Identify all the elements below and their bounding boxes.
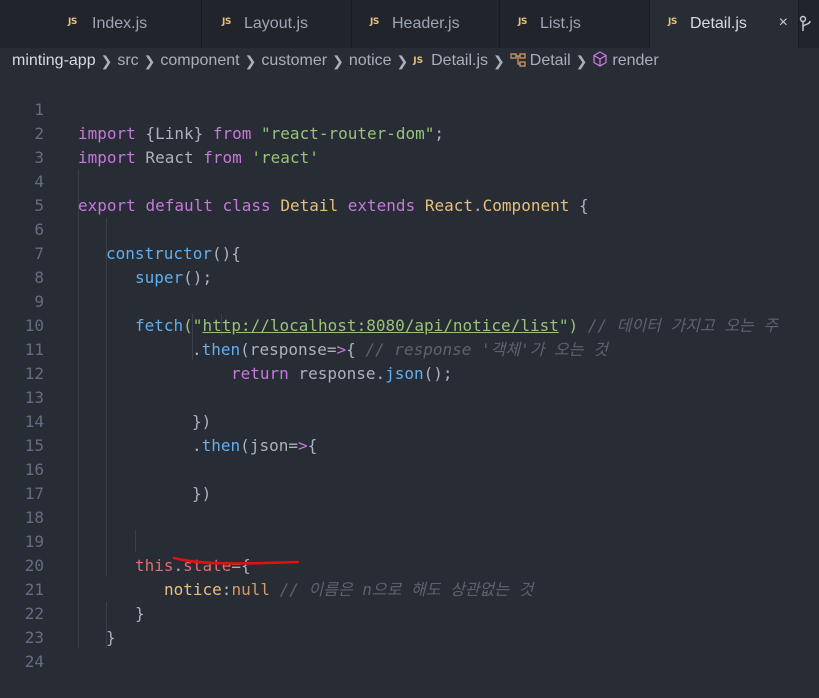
js-file-icon: JS [222,17,231,27]
code-line-21: 21 } [0,554,819,623]
red-annotation-underline [172,556,300,565]
code-line-18: 18 [0,482,819,527]
code-line-16: 16 }) [0,434,819,503]
breadcrumb-project[interactable]: minting-app [12,52,96,70]
tab-header-js[interactable]: JS Header.js [352,0,500,48]
code-line-1: 1 import {Link} from "react-router-dom"; [0,74,819,143]
code-line-6: 6 constructor(){ [0,194,819,263]
code-line-8: 8 [0,242,819,287]
close-icon[interactable]: × [779,14,788,32]
line-number: 24 [24,652,44,671]
code-line-12: 12 [0,338,819,383]
tab-detail-js[interactable]: JS Detail.js × [650,0,799,48]
code-line-9: 9 fetch("http://localhost:8080/api/notic… [0,266,819,335]
breadcrumb-customer[interactable]: customer [261,52,327,70]
breadcrumb-class[interactable]: Detail [530,52,571,70]
code-line-23: 23 [0,602,819,647]
chevron-right-icon: ❯ [575,52,588,69]
code-line-3: 3 [0,122,819,167]
js-file-icon: JS [370,17,379,27]
breadcrumb: minting-app ❯ src ❯ component ❯ customer… [0,48,819,74]
breadcrumb-file[interactable]: Detail.js [431,52,488,70]
code-line-20: 20 notice:null // 이름은 n으로 해도 상관없는 것 [0,530,819,599]
chevron-right-icon: ❯ [244,52,257,69]
code-line-15: 15 [0,410,819,455]
breadcrumb-method[interactable]: render [612,52,658,70]
code-line-10: 10 .then(response=>{ // response '객체'가 오… [0,290,819,359]
chevron-right-icon: ❯ [493,52,505,69]
class-symbol-icon [510,52,526,70]
source-control-icon[interactable] [799,0,819,48]
code-line-13: 13 }) [0,362,819,431]
code-line-2: 2 import React from 'react' [0,98,819,167]
js-file-icon: JS [413,56,424,66]
breadcrumb-src[interactable]: src [117,52,138,70]
code-line-7: 7 super(); [0,218,819,287]
code-line-14: 14 .then(json=>{ [0,386,819,455]
tab-list-js[interactable]: JS List.js [500,0,650,48]
js-file-icon: JS [68,17,77,27]
tab-label: List.js [540,15,581,32]
chevron-right-icon: ❯ [396,52,409,69]
tab-label: Layout.js [244,15,309,32]
tab-layout-js[interactable]: JS Layout.js [202,0,352,48]
code-line-22: 22 } [0,578,819,647]
editor-tab-bar: JS Index.js JS Layout.js JS Header.js JS… [0,0,819,48]
chevron-right-icon: ❯ [143,52,156,69]
code-line-19: 19 this.state={ [0,506,819,575]
js-file-icon: JS [668,17,677,27]
method-cube-icon [592,51,608,71]
code-line-17: 17 [0,458,819,503]
chevron-right-icon: ❯ [332,52,344,69]
breadcrumb-component[interactable]: component [160,52,239,70]
tab-label: Header.js [392,15,460,32]
chevron-right-icon: ❯ [100,52,113,69]
code-line-4: 4 export default class Detail extends Re… [0,146,819,215]
tab-index-js[interactable]: JS Index.js [0,0,202,48]
code-editor[interactable]: 1 import {Link} from "react-router-dom";… [0,74,819,671]
code-line-11: 11 return response.json(); [0,314,819,383]
js-file-icon: JS [518,17,527,27]
code-line-5: 5 [0,170,819,215]
tab-label: Detail.js [690,15,747,32]
breadcrumb-notice[interactable]: notice [349,52,392,70]
code-line-24: 24 [0,626,819,671]
tab-label: Index.js [92,15,148,32]
